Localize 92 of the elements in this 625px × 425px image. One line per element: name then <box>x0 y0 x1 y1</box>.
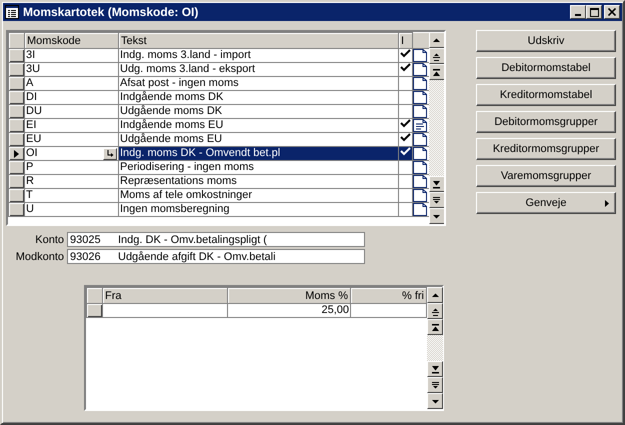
table-cell: Udgående moms DK <box>120 106 222 117</box>
scrollbar[interactable] <box>428 32 444 224</box>
note-icon[interactable] <box>414 148 427 160</box>
table-cell: 25,00 <box>321 304 349 316</box>
table-cell: Indgående moms DK <box>120 92 224 103</box>
table-cell: Afsat post - ingen moms <box>120 78 239 89</box>
page-down-button[interactable] <box>427 377 443 393</box>
note-icon[interactable] <box>414 162 427 174</box>
scroll-top-button[interactable] <box>427 319 443 335</box>
account-number: 93026 <box>70 250 102 262</box>
page-down-icon <box>430 380 440 390</box>
table-cell: 3U <box>26 64 40 76</box>
table-cell: P <box>26 162 34 174</box>
table-cell: 3I <box>26 50 36 62</box>
page-up-button[interactable] <box>428 48 444 64</box>
table-cell: Moms af tele omkostninger <box>120 190 252 201</box>
maximize-icon <box>590 8 598 16</box>
scroll-up-button[interactable] <box>427 287 443 303</box>
close-button[interactable] <box>604 5 620 19</box>
note-icon[interactable] <box>414 176 427 188</box>
table-cell: OI <box>26 148 38 160</box>
note-icon[interactable] <box>414 106 427 118</box>
field-label: Konto <box>34 234 64 246</box>
column-header[interactable]: Fra <box>102 288 228 304</box>
account-number: 93025 <box>70 234 102 246</box>
account-name: Indg. DK - Omv.betalingspligt ( <box>118 234 267 246</box>
scroll-bottom-button[interactable] <box>427 361 443 377</box>
command-button[interactable]: Udskriv <box>476 30 616 52</box>
top-arrow-icon <box>432 68 441 76</box>
command-button[interactable]: Kreditormomstabel <box>476 84 616 106</box>
table-cell: Ingen momsberegning <box>120 204 230 215</box>
table-cell: Repræsentations moms <box>120 176 237 187</box>
table-cell: Indg. moms 3.land - import <box>120 50 251 61</box>
account-name: Udgående afgift DK - Omv.betali <box>118 250 276 262</box>
table-cell: EI <box>26 120 36 132</box>
lookup-button[interactable] <box>103 148 117 160</box>
bottom-arrow-icon <box>430 364 440 374</box>
corner-arrow-icon <box>106 150 114 157</box>
note-icon[interactable] <box>414 78 427 90</box>
column-header[interactable]: I <box>398 32 412 48</box>
top-arrow-icon <box>430 322 440 332</box>
table-cell: DU <box>26 106 42 118</box>
submenu-arrow-icon <box>605 200 609 207</box>
note-icon[interactable] <box>414 92 427 104</box>
table-cell: Periodisering - ingen moms <box>120 162 254 173</box>
page-down-icon <box>432 196 441 204</box>
account-field[interactable]: 93025 Indg. DK - Omv.betalingspligt ( <box>67 232 365 247</box>
scroll-up-button[interactable] <box>428 32 444 48</box>
page-up-icon <box>432 52 441 60</box>
table-cell: T <box>26 190 33 202</box>
table-cell: Indg. moms DK - Omvendt bet.pl <box>120 148 280 159</box>
account-field[interactable]: 93026 Udgående afgift DK - Omv.betali <box>67 249 365 264</box>
column-header[interactable]: Tekst <box>118 32 398 48</box>
command-button[interactable]: Debitormomstabel <box>476 57 616 79</box>
page-up-button[interactable] <box>427 303 443 319</box>
table-cell: EU <box>26 134 42 146</box>
table-cell: A <box>26 78 34 90</box>
table-cell: R <box>26 176 34 188</box>
scroll-down-button[interactable] <box>428 208 444 224</box>
table-cell: U <box>26 204 34 216</box>
note-icon[interactable] <box>414 120 427 132</box>
scroll-down-button[interactable] <box>427 393 443 409</box>
maximize-button[interactable] <box>586 5 602 19</box>
window-title: Momskartotek (Momskode: OI) <box>23 5 200 19</box>
page-down-button[interactable] <box>428 192 444 208</box>
column-header[interactable]: % fri <box>350 288 426 304</box>
scrollbar[interactable] <box>427 287 443 409</box>
table-cell: Udgående moms EU <box>120 134 222 145</box>
scroll-top-button[interactable] <box>428 64 444 80</box>
note-icon[interactable] <box>414 64 427 76</box>
column-header[interactable]: Moms % <box>228 288 350 304</box>
minimize-button[interactable] <box>570 5 586 19</box>
current-row-icon <box>14 150 19 158</box>
command-button[interactable]: Debitormomsgrupper <box>476 111 616 133</box>
note-icon[interactable] <box>414 50 427 62</box>
bottom-arrow-icon <box>432 180 441 188</box>
arrow-up-icon <box>432 36 441 44</box>
command-button[interactable]: Genveje <box>476 192 616 214</box>
note-icon[interactable] <box>414 204 427 216</box>
table-cell: Udg. moms 3.land - eksport <box>120 64 256 75</box>
close-icon <box>608 8 616 16</box>
column-header[interactable]: Momskode <box>24 32 118 48</box>
page-up-icon <box>430 306 440 316</box>
table-cell: DI <box>26 92 37 104</box>
command-button[interactable]: Kreditormomsgrupper <box>476 138 616 160</box>
arrow-up-icon <box>430 290 440 300</box>
table-cell: Indgående moms EU <box>120 120 224 131</box>
scroll-bottom-button[interactable] <box>428 176 444 192</box>
field-label: Modkonto <box>14 250 64 262</box>
command-button[interactable]: Varemomsgrupper <box>476 165 616 187</box>
note-icon[interactable] <box>414 190 427 202</box>
note-icon[interactable] <box>414 134 427 146</box>
